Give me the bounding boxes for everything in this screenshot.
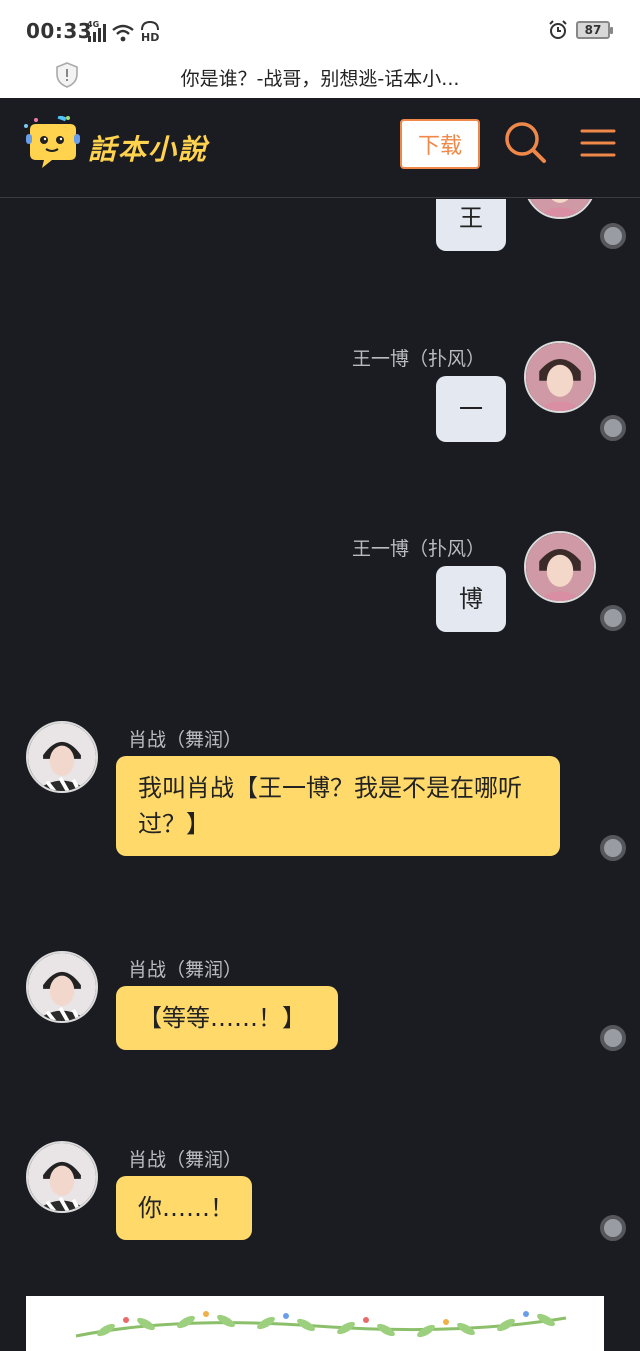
download-button[interactable]: 下载 (400, 119, 480, 169)
speaker-name: 肖战（舞润） (128, 729, 243, 751)
browser-title-bar[interactable]: 你是谁？-战哥，别想逃-话本小... (0, 56, 640, 98)
menu-icon[interactable] (580, 128, 616, 158)
battery-icon: 87 (576, 21, 613, 39)
avatar-wang-yibo[interactable] (524, 531, 596, 603)
message-menu-dot[interactable] (600, 605, 626, 631)
logo-text: 話本小說 (88, 133, 209, 166)
site-header: 話本小說 下载 (0, 98, 640, 198)
message-bubble: 一 (436, 376, 506, 442)
network-type: 4G (87, 20, 100, 29)
avatar-xiao-zhan[interactable] (26, 1141, 98, 1213)
avatar-xiao-zhan[interactable] (26, 721, 98, 793)
alarm-icon (549, 20, 567, 39)
page-title: 你是谁？-战哥，别想逃-话本小... (180, 68, 460, 90)
signal-icon: 4G (87, 20, 106, 42)
chat-area[interactable]: 王 王一博（扑风） 一 王一博（扑风） 博 肖战（舞润） 我叫肖战【王一博？我是… (0, 199, 640, 1351)
avatar-wang-yibo[interactable] (524, 341, 596, 413)
status-icons: 4G HD (87, 20, 160, 42)
message-bubble: 王 (436, 199, 506, 251)
logo-mascot-icon (24, 114, 80, 168)
avatar-wang-yibo[interactable] (524, 199, 596, 219)
wifi-icon (112, 24, 134, 42)
svg-text:HD: HD (141, 31, 159, 42)
message-menu-dot[interactable] (600, 1025, 626, 1051)
message-bubble: 博 (436, 566, 506, 632)
message-menu-dot[interactable] (600, 415, 626, 441)
message-bubble: 【等等……！】 (116, 986, 338, 1050)
message-menu-dot[interactable] (600, 223, 626, 249)
search-icon[interactable] (503, 120, 547, 164)
speaker-name: 王一博（扑风） (352, 538, 486, 560)
message-menu-dot[interactable] (600, 1215, 626, 1241)
status-bar: 00:33 4G HD 87 (0, 0, 640, 56)
vine-decoration-icon (75, 1311, 567, 1338)
hd-icon: HD (141, 20, 159, 42)
speaker-name: 肖战（舞润） (128, 959, 243, 981)
status-time: 00:33 (26, 19, 93, 43)
avatar-xiao-zhan[interactable] (26, 951, 98, 1023)
status-right: 87 (548, 20, 613, 40)
message-bubble: 我叫肖战【王一博？我是不是在哪听过？】 (116, 756, 560, 856)
message-menu-dot[interactable] (600, 835, 626, 861)
decorative-vine-banner (26, 1296, 604, 1351)
speaker-name: 肖战（舞润） (128, 1149, 243, 1171)
speaker-name: 王一博（扑风） (352, 348, 486, 370)
message-bubble: 你……！ (116, 1176, 252, 1240)
